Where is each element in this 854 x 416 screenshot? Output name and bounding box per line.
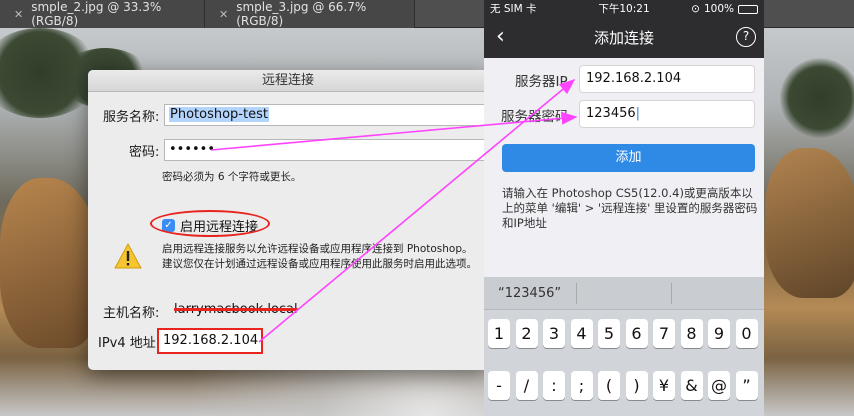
server-password-input[interactable]: 123456|: [579, 100, 755, 128]
server-ip-label: 服务器IP: [515, 74, 568, 90]
document-tab-1[interactable]: ✕ smple_2.jpg @ 33.3%(RGB/8): [0, 0, 205, 28]
document-tab-2[interactable]: ✕ smple_3.jpg @ 66.7%(RGB/8): [205, 0, 415, 28]
key-6[interactable]: ): [625, 371, 648, 400]
password-input[interactable]: ••••••: [164, 139, 488, 161]
password-hint: 密码必须为 6 个字符或更长。: [162, 171, 302, 183]
document-tab-label: smple_2.jpg @ 33.3%(RGB/8): [31, 0, 162, 28]
key-6[interactable]: 6: [625, 319, 648, 348]
key-7[interactable]: ¥: [653, 371, 675, 400]
key-8[interactable]: &: [680, 371, 703, 400]
battery-icon: [738, 4, 758, 14]
warning-icon: [114, 242, 142, 269]
hostname-label: 主机名称:: [103, 306, 160, 321]
status-right: ⊙ 100%: [691, 0, 758, 18]
key-9[interactable]: @: [708, 371, 730, 400]
key-1[interactable]: 1: [488, 319, 510, 348]
service-name-input[interactable]: Photoshop-test: [164, 104, 488, 126]
nav-title: 添加连接: [593, 29, 654, 47]
server-password-label: 服务器密码: [501, 109, 569, 125]
service-name-value: Photoshop-test: [169, 107, 269, 122]
predictive-bar: “123456”: [484, 277, 764, 310]
server-password-value: 123456: [586, 106, 636, 121]
key-2[interactable]: 2: [515, 319, 538, 348]
prediction-divider: [671, 283, 672, 304]
tab-close-icon[interactable]: ✕: [219, 8, 228, 21]
key-4[interactable]: ;: [570, 371, 593, 400]
ipv4-value: 192.168.2.104: [163, 333, 259, 348]
text-cursor: |: [635, 106, 641, 121]
dialog-title: 远程连接: [88, 70, 488, 92]
ios-navigation-bar: ‹ 添加连接 ?: [484, 18, 764, 58]
help-icon[interactable]: ?: [736, 27, 756, 47]
key-3[interactable]: :: [543, 371, 565, 400]
key-9[interactable]: 9: [708, 319, 730, 348]
server-ip-value: 192.168.2.104: [586, 71, 682, 86]
document-tab-label: smple_3.jpg @ 66.7%(RGB/8): [236, 0, 367, 28]
ios-status-bar: 无 SIM 卡 下午10:21 ⊙ 100%: [484, 0, 764, 18]
hostname-value: larrymacbook.local: [174, 302, 298, 317]
server-ip-input[interactable]: 192.168.2.104: [579, 65, 755, 93]
key-5[interactable]: (: [598, 371, 620, 400]
instructions-text: 请输入在 Photoshop CS5(12.0.4)或更高版本以上的菜单 '编辑…: [502, 186, 758, 230]
tree-foliage: [780, 58, 854, 138]
remote-connection-dialog: 远程连接 服务名称: Photoshop-test 密码: •••••• 密码必…: [88, 70, 488, 370]
service-name-label: 服务名称:: [103, 110, 160, 125]
password-value: ••••••: [169, 142, 216, 157]
highlight-ellipse: [150, 210, 270, 237]
key-4[interactable]: 4: [570, 319, 593, 348]
prediction-suggestion[interactable]: “123456”: [498, 277, 561, 310]
key-10[interactable]: 0: [735, 319, 758, 348]
ipv4-value-box: 192.168.2.104: [157, 328, 263, 354]
key-8[interactable]: 8: [680, 319, 703, 348]
orientation-lock-icon: ⊙: [691, 3, 700, 15]
key-5[interactable]: 5: [598, 319, 620, 348]
rock-formation: [765, 148, 854, 298]
prediction-divider: [576, 283, 577, 304]
battery-percent: 100%: [703, 3, 734, 15]
key-1[interactable]: -: [488, 371, 510, 400]
warning-text-line2: 建议您仅在计划通过远程设备或应用程序使用此服务时启用此选项。: [162, 258, 477, 270]
rock-formation: [0, 178, 100, 348]
key-3[interactable]: 3: [543, 319, 565, 348]
ios-keyboard: “123456” 1234567890 - /:;() ¥ & @”: [484, 277, 764, 416]
tab-close-icon[interactable]: ✕: [14, 8, 23, 21]
phone-screen: 无 SIM 卡 下午10:21 ⊙ 100% ‹ 添加连接 ? 服务器IP 19…: [484, 0, 764, 416]
key-7[interactable]: 7: [653, 319, 675, 348]
key-2[interactable]: /: [515, 371, 538, 400]
ipv4-label: IPv4 地址:: [98, 336, 161, 351]
key-10[interactable]: ”: [735, 371, 758, 400]
add-button[interactable]: 添加: [502, 144, 755, 172]
warning-text-line1: 启用远程连接服务以允许远程设备或应用程序连接到 Photoshop。: [162, 243, 473, 255]
password-label: 密码:: [129, 145, 160, 160]
